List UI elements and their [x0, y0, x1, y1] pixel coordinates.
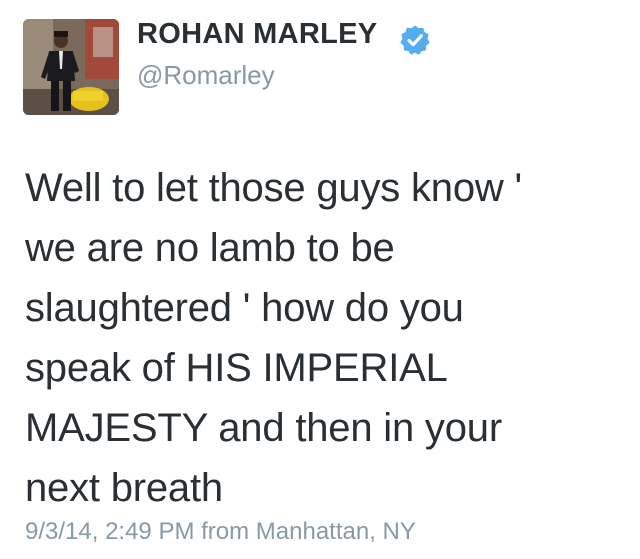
avatar-photo [23, 19, 119, 115]
tweet-location[interactable]: Manhattan, NY [256, 518, 416, 545]
user-handle[interactable]: @Romarley [137, 60, 275, 91]
avatar[interactable] [23, 19, 119, 115]
tweet-meta: 9/3/14, 2:49 PM from Manhattan, NY [25, 518, 416, 546]
verified-badge-icon [400, 25, 430, 55]
display-name[interactable]: ROHAN MARLEY [137, 18, 377, 51]
tweet-text: Well to let those guys know ' we are no … [25, 166, 522, 510]
tweet-timestamp[interactable]: 9/3/14, 2:49 PM [25, 518, 194, 545]
source-prefix: from [201, 518, 250, 545]
